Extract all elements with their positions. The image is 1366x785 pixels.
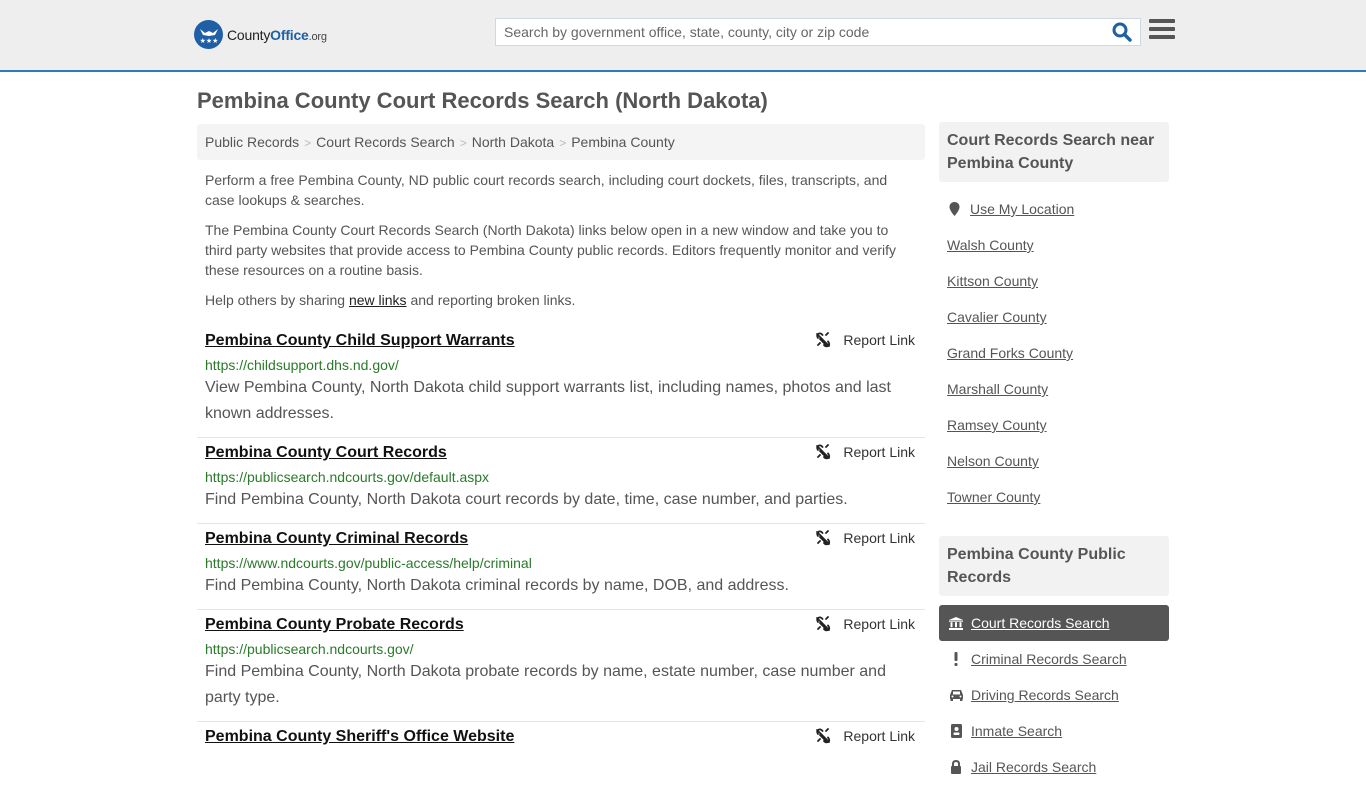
public-records-link[interactable]: Jail Records Search [971, 759, 1096, 775]
breadcrumb-pembina-county[interactable]: Pembina County [571, 134, 675, 150]
nearby-county-link[interactable]: Grand Forks County [947, 345, 1073, 361]
nearby-county-item: Kittson County [939, 271, 1169, 307]
result-url: https://www.ndcourts.gov/public-access/h… [205, 555, 532, 571]
result-url: https://publicsearch.ndcourts.gov/defaul… [205, 469, 490, 485]
intro-paragraph-3: Help others by sharing new links and rep… [205, 292, 576, 308]
broken-link-icon [816, 728, 831, 744]
nearby-county-link[interactable]: Ramsey County [947, 417, 1047, 433]
result-url: https://childsupport.dhs.nd.gov/ [205, 357, 399, 373]
result-title-link[interactable]: Pembina County Criminal Records [205, 528, 468, 550]
breadcrumb-court-records-search[interactable]: Court Records Search [316, 134, 455, 150]
intro-text: Perform a free Pembina County, ND public… [205, 170, 917, 320]
result-title-link[interactable]: Pembina County Probate Records [205, 614, 464, 636]
result-item: Pembina County Probate Records Report Li… [197, 610, 925, 722]
nearby-county-item: Nelson County [939, 451, 1169, 487]
breadcrumb-separator: > [559, 136, 567, 150]
logo-link[interactable]: ★★★ CountyOffice.org [194, 20, 327, 49]
nearby-county-item: Cavalier County [939, 307, 1169, 343]
public-records-panel: Pembina County Public Records Court Reco… [939, 536, 1169, 785]
broken-link-icon [816, 332, 831, 348]
breadcrumb-separator: > [459, 136, 467, 150]
id-badge-icon [948, 724, 964, 738]
nearby-county-item: Grand Forks County [939, 343, 1169, 379]
nearby-county-item: Ramsey County [939, 415, 1169, 451]
lock-icon [948, 760, 964, 774]
public-records-link[interactable]: Court Records Search [971, 615, 1110, 631]
nearby-county-link[interactable]: Nelson County [947, 453, 1039, 469]
nearby-list: Use My Location Walsh County Kittson Cou… [939, 182, 1169, 523]
intro-paragraph-1: Perform a free Pembina County, ND public… [205, 172, 888, 208]
logo-wordmark: CountyOffice.org [227, 26, 327, 43]
result-title-link[interactable]: Pembina County Child Support Warrants [205, 330, 515, 352]
nearby-county-item: Walsh County [939, 235, 1169, 271]
exclamation-icon [948, 652, 964, 666]
eagle-logo-icon: ★★★ [194, 20, 223, 49]
public-records-link[interactable]: Driving Records Search [971, 687, 1119, 703]
search-icon[interactable] [1112, 22, 1134, 44]
public-records-list: Court Records Search Criminal Records Se… [939, 596, 1169, 785]
use-my-location-item: Use My Location [939, 199, 1169, 235]
report-link-button[interactable]: Report Link [815, 332, 915, 348]
site-header: ★★★ CountyOffice.org [0, 0, 1366, 72]
public-records-heading: Pembina County Public Records [939, 536, 1169, 596]
result-item: Pembina County Court Records Report Link… [197, 438, 925, 524]
breadcrumb: Public Records > Court Records Search > Nort… [197, 124, 925, 160]
result-url: https://publicsearch.ndcourts.gov/ [205, 641, 414, 657]
search-box [495, 18, 1141, 46]
result-description: Find Pembina County, North Dakota crimin… [205, 577, 789, 594]
report-link-button[interactable]: Report Link [815, 444, 915, 460]
broken-link-icon [816, 530, 831, 546]
result-title-link[interactable]: Pembina County Sheriff's Office Website [205, 726, 514, 748]
report-link-button[interactable]: Report Link [815, 530, 915, 546]
public-records-item-driving-records-search[interactable]: Driving Records Search [939, 677, 1169, 713]
new-links-link[interactable]: new links [349, 292, 407, 308]
search-input[interactable] [496, 19, 1096, 45]
result-description: Find Pembina County, North Dakota court … [205, 491, 848, 508]
public-records-item-jail-records-search[interactable]: Jail Records Search [939, 749, 1169, 785]
public-records-item-criminal-records-search[interactable]: Criminal Records Search [939, 641, 1169, 677]
result-description: View Pembina County, North Dakota child … [205, 379, 891, 422]
nearby-county-link[interactable]: Towner County [947, 489, 1040, 505]
public-records-item-inmate-search[interactable]: Inmate Search [939, 713, 1169, 749]
result-item: Pembina County Criminal Records Report L… [197, 524, 925, 610]
public-records-item-court-records-search[interactable]: Court Records Search [939, 605, 1169, 641]
nearby-county-item: Marshall County [939, 379, 1169, 415]
report-link-button[interactable]: Report Link [815, 728, 915, 744]
courthouse-icon [948, 616, 964, 630]
nearby-county-link[interactable]: Kittson County [947, 273, 1038, 289]
nearby-county-item: Towner County [939, 487, 1169, 523]
car-icon [948, 689, 964, 701]
nearby-county-link[interactable]: Cavalier County [947, 309, 1047, 325]
broken-link-icon [816, 616, 831, 632]
report-link-button[interactable]: Report Link [815, 616, 915, 632]
result-item: Pembina County Sheriff's Office Website … [197, 722, 925, 758]
broken-link-icon [816, 444, 831, 460]
hamburger-menu-icon[interactable] [1149, 19, 1175, 43]
result-description: Find Pembina County, North Dakota probat… [205, 663, 886, 706]
intro-paragraph-2: The Pembina County Court Records Search … [205, 222, 896, 278]
breadcrumb-separator: > [304, 136, 312, 150]
svg-text:★★★: ★★★ [199, 37, 218, 45]
public-records-link[interactable]: Criminal Records Search [971, 651, 1127, 667]
result-item: Pembina County Child Support Warrants Re… [197, 326, 925, 438]
nearby-heading: Court Records Search near Pembina County [939, 122, 1169, 182]
breadcrumb-north-dakota[interactable]: North Dakota [472, 134, 554, 150]
page-title: Pembina County Court Records Search (Nor… [197, 88, 768, 113]
results-list: Pembina County Child Support Warrants Re… [197, 326, 925, 758]
nearby-county-link[interactable]: Walsh County [947, 237, 1034, 253]
nearby-counties-panel: Court Records Search near Pembina County… [939, 122, 1169, 523]
nearby-county-link[interactable]: Marshall County [947, 381, 1048, 397]
use-my-location-link[interactable]: Use My Location [970, 199, 1074, 219]
result-title-link[interactable]: Pembina County Court Records [205, 442, 447, 464]
map-marker-icon [949, 202, 960, 216]
breadcrumb-public-records[interactable]: Public Records [205, 134, 299, 150]
public-records-link[interactable]: Inmate Search [971, 723, 1062, 739]
